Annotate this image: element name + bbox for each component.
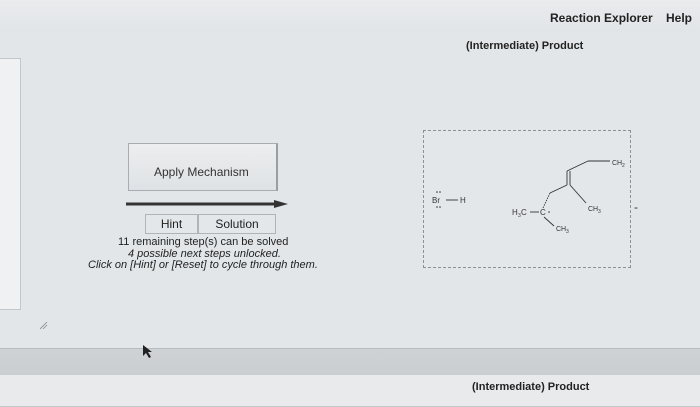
ch2-top-subscript: 2 [622,163,625,169]
resize-grip-icon[interactable] [40,322,48,330]
top-menu-bar: Reaction Explorer Help [0,0,700,33]
hint-button[interactable]: Hint [145,214,198,234]
mouse-pointer-icon [143,345,152,358]
cation-c-label: C [540,208,546,217]
carbocation-molecule: H 3 C C CH 3 CH 2 CH 3 [512,160,625,235]
hbr-molecule: Br H [432,191,466,208]
hbr-br-label: Br [432,196,440,205]
ch3-bottom-subscript: 3 [566,229,569,235]
ch3-right-subscript: 3 [598,209,601,215]
apply-mechanism-label: Apply Mechanism [154,165,249,179]
minus-sign: - [634,200,638,214]
solution-button[interactable]: Solution [198,214,276,234]
ch2-top-label: CH [612,160,622,167]
menu-help[interactable]: Help [666,11,692,25]
reaction-structures: Br H H 3 C C CH 3 CH 2 CH 3 [432,160,625,235]
instruction-text: Click on [Hint] or [Reset] to cycle thro… [88,259,318,271]
product-heading: (Intermediate) Product [466,40,584,52]
hbr-h-label: H [460,196,466,205]
bottom-product-heading: (Intermediate) Product [472,381,590,393]
remaining-steps-text: 11 remaining step(s) can be solved [118,236,289,248]
h3c-c-label: C [521,208,527,217]
reaction-arrow-icon [126,200,288,208]
bottom-panel [0,375,700,406]
ch3-right-label: CH [588,206,598,213]
apply-mechanism-button[interactable]: Apply Mechanism [128,143,278,191]
molecule-canvas[interactable]: Br H H 3 C C CH 3 CH 2 CH 3 [423,130,631,268]
app-window: Reaction Explorer Help (Intermediate) Pr… [0,0,700,407]
ch3-bottom-label: CH [556,226,566,233]
menu-reaction-explorer[interactable]: Reaction Explorer [550,11,653,25]
left-side-panel [0,58,21,310]
